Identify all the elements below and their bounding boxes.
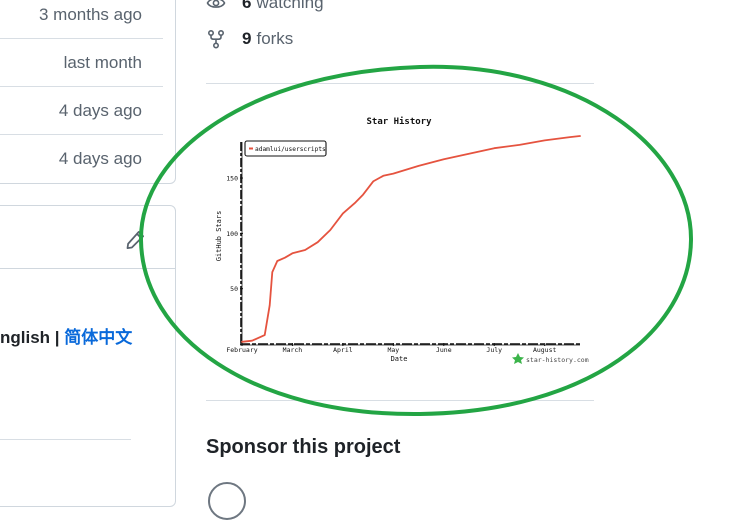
x-tick-label: June — [436, 346, 452, 354]
divider — [206, 400, 594, 401]
commit-time[interactable]: last month — [0, 39, 163, 87]
forks-link[interactable]: 9 forks — [206, 27, 293, 51]
x-tick-label: April — [333, 346, 353, 354]
commit-time[interactable]: 4 days ago — [0, 135, 163, 183]
forks-count: 9 — [242, 29, 252, 48]
star-history-logo-icon — [512, 353, 524, 364]
legend-label: adamlui/userscripts — [255, 146, 326, 153]
left-pane: 3 months ago last month 4 days ago 4 day… — [0, 0, 176, 507]
chart-title: Star History — [366, 116, 432, 127]
x-axis-label: Date — [391, 355, 408, 363]
x-axis — [240, 343, 580, 346]
repo-forked-icon — [207, 29, 225, 49]
star-history-chart[interactable]: Star History GitHub Stars Date 50 100 150 … — [212, 108, 592, 370]
language-chinese-link[interactable]: 简体中文 — [64, 328, 132, 347]
watching-link[interactable]: 6 watching — [206, 0, 324, 15]
y-axis — [240, 142, 243, 344]
commit-time[interactable]: 4 days ago — [0, 87, 163, 135]
x-tick-label: March — [283, 346, 303, 354]
x-tick-label: August — [533, 346, 557, 354]
chart-legend: adamlui/userscripts — [244, 140, 327, 157]
y-tick-label: 50 — [230, 285, 238, 293]
sponsor-title: Sponsor this project — [206, 436, 401, 458]
commit-list: 3 months ago last month 4 days ago 4 day… — [0, 0, 176, 184]
divider — [0, 439, 131, 440]
eye-icon — [206, 0, 226, 8]
x-tick-label: May — [387, 346, 399, 354]
readme-header — [0, 206, 175, 269]
pencil-icon[interactable] — [125, 230, 145, 250]
watching-label: watching — [256, 0, 324, 12]
watermark-label: star-history.com — [526, 356, 589, 364]
divider — [206, 83, 594, 84]
watching-count: 6 — [242, 0, 252, 12]
commit-time[interactable]: 3 months ago — [0, 0, 163, 39]
readme-panel — [0, 205, 176, 507]
series-line — [241, 135, 581, 343]
y-tick-label: 100 — [226, 230, 238, 238]
star-history-chart-svg: Star History GitHub Stars Date 50100150 … — [215, 116, 589, 364]
y-axis-label: GitHub Stars — [215, 211, 223, 262]
readme-language-links: nglish | 简体中文 — [0, 323, 132, 348]
y-tick-label: 150 — [226, 175, 238, 183]
x-tick-label: July — [486, 346, 502, 354]
watermark: star-history.com — [512, 353, 589, 364]
avatar[interactable] — [208, 482, 246, 520]
language-english[interactable]: nglish | — [0, 328, 64, 347]
forks-label: forks — [256, 29, 294, 48]
x-tick-label: February — [226, 346, 257, 354]
